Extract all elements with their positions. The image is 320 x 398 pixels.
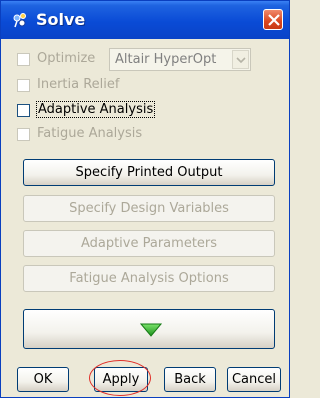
close-button[interactable] — [263, 9, 283, 30]
title-bar[interactable]: Solve — [1, 1, 289, 39]
fatigue-analysis-options-button: Fatigue Analysis Options — [23, 265, 275, 292]
optimizer-select[interactable]: Altair HyperOpt — [109, 48, 251, 71]
solve-dialog: Solve Optimize Altair HyperOpt Inertia R… — [0, 0, 290, 398]
chevron-down-icon — [236, 57, 246, 63]
window-title: Solve — [36, 10, 86, 29]
cancel-button[interactable]: Cancel — [227, 367, 281, 392]
inertia-relief-label: Inertia Relief — [37, 77, 120, 92]
optimize-checkbox[interactable] — [17, 53, 30, 66]
inertia-relief-checkbox[interactable] — [17, 79, 30, 92]
adaptive-parameters-button: Adaptive Parameters — [23, 230, 275, 257]
specify-printed-output-button[interactable]: Specify Printed Output — [23, 159, 275, 186]
adaptive-analysis-label[interactable]: Adaptive Analysis — [35, 101, 156, 118]
back-button[interactable]: Back — [164, 367, 216, 392]
close-icon — [268, 14, 280, 26]
run-button[interactable] — [23, 309, 275, 349]
optimizer-select-value: Altair HyperOpt — [115, 52, 217, 67]
ok-button[interactable]: OK — [17, 367, 69, 392]
fatigue-analysis-checkbox[interactable] — [17, 128, 30, 141]
specify-design-variables-button: Specify Design Variables — [23, 195, 275, 222]
fatigue-analysis-label: Fatigue Analysis — [37, 126, 143, 141]
green-down-arrow-icon — [140, 323, 162, 337]
optimize-label: Optimize — [37, 51, 96, 66]
dropdown-arrow-button[interactable] — [232, 50, 249, 69]
dialog-body: Optimize Altair HyperOpt Inertia Relief … — [7, 39, 283, 396]
adaptive-analysis-checkbox[interactable] — [17, 104, 30, 117]
apply-button[interactable]: Apply — [94, 367, 148, 392]
hyperworks-icon — [11, 11, 29, 29]
